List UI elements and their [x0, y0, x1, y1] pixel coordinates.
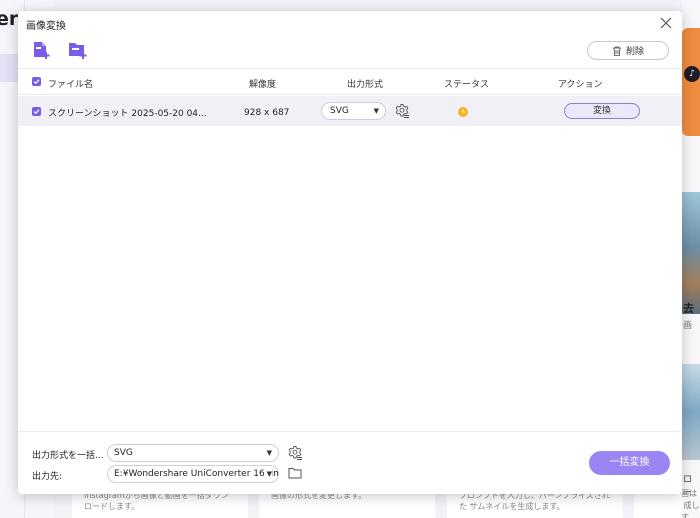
batch-format-label: 出力形式を一括...	[32, 451, 104, 461]
background-thumbnail	[682, 364, 700, 460]
add-file-icon	[34, 42, 50, 59]
select-all-checkbox[interactable]	[32, 77, 41, 86]
output-format-select[interactable]: SVG ▼	[321, 102, 386, 120]
file-name: スクリーンショット 2025-05-20 04...	[48, 109, 207, 119]
output-path-value: E:¥Wondershare UniConverter 16¥Ima	[114, 469, 279, 479]
file-table-header: ファイル名 解像度 出力形式 ステータス アクション	[18, 68, 682, 95]
status-pending-indicator	[458, 107, 468, 117]
row-checkbox[interactable]	[32, 107, 41, 116]
file-resolution: 928 x 687	[244, 108, 290, 118]
clock-icon	[462, 109, 465, 113]
batch-convert-button[interactable]: 一括変換	[589, 451, 670, 475]
add-file-button[interactable]	[32, 40, 52, 60]
delete-label: 削除	[625, 47, 644, 57]
column-header-output-format: 出力形式	[347, 80, 384, 90]
dialog-title: 画像変換	[26, 21, 66, 32]
chevron-down-icon: ▼	[373, 107, 379, 115]
batch-format-value: SVG	[114, 448, 133, 458]
output-format-value: SVG	[330, 106, 349, 116]
format-settings-button[interactable]	[394, 103, 410, 122]
background-thumbnail	[682, 192, 700, 314]
background-card-subtitle: 画	[683, 321, 693, 331]
delete-button[interactable]: 削除	[587, 41, 669, 60]
batch-format-settings-button[interactable]	[287, 445, 303, 464]
tiktok-icon: ♪	[684, 66, 700, 82]
chevron-down-icon: ▼	[264, 466, 272, 482]
output-path-select[interactable]: E:¥Wondershare UniConverter 16¥Ima ▼	[107, 465, 279, 483]
gear-icon	[395, 104, 409, 118]
column-header-resolution: 解像度	[249, 80, 277, 90]
close-button[interactable]	[658, 15, 674, 31]
chevron-down-icon: ▼	[264, 445, 272, 461]
output-path-label: 出力先:	[32, 472, 63, 482]
batch-format-select[interactable]: SVG ▼	[107, 444, 279, 462]
close-icon	[660, 17, 672, 29]
check-icon	[33, 79, 40, 85]
table-row: スクリーンショット 2025-05-20 04... 928 x 687 SVG…	[18, 96, 682, 126]
gear-icon	[288, 446, 302, 460]
add-folder-icon	[69, 43, 87, 59]
column-header-action: アクション	[558, 80, 603, 90]
column-header-filename: ファイル名	[48, 80, 94, 90]
tiktok-card: ♪	[682, 28, 700, 136]
convert-button[interactable]: 変換	[564, 103, 640, 119]
column-header-status: ステータス	[444, 80, 490, 90]
trash-icon	[612, 46, 621, 56]
add-folder-button[interactable]	[68, 40, 88, 60]
check-icon	[33, 109, 40, 115]
folder-icon	[288, 468, 302, 479]
image-converter-dialog: 画像変換 削除 ファイル名 解像度 出力形式 ステータス アクション スクリーン…	[18, 11, 682, 494]
background-card-title: 去	[683, 302, 694, 315]
open-folder-button[interactable]	[288, 467, 302, 479]
